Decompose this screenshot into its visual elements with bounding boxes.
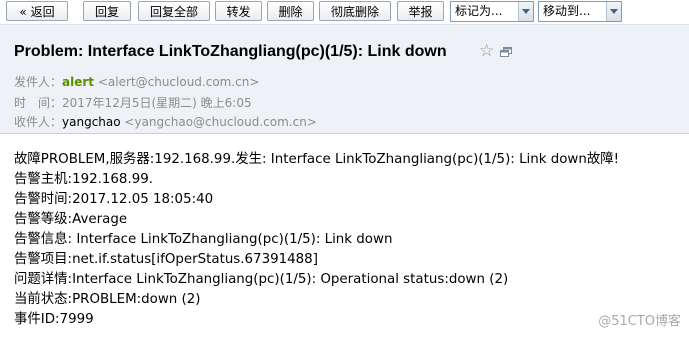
receiver-name[interactable]: yangchao [62, 115, 121, 129]
time-value: 2017年12月5日(星期二) 晚上6:05 [62, 96, 252, 110]
popout-window-icon[interactable] [500, 47, 512, 57]
body-line: 告警信息: Interface LinkToZhangliang(pc)(1/5… [14, 232, 393, 247]
report-button[interactable]: 举报 [397, 1, 444, 21]
delete-button[interactable]: 删除 [267, 1, 314, 21]
toolbar: « 返回 回复 回复全部 转发 删除 彻底删除 举报 标记为... 移动到... [0, 0, 689, 24]
sender-label: 发件人： [14, 75, 63, 89]
body-line: 告警主机:192.168.99. [14, 172, 153, 187]
chevron-down-icon[interactable] [518, 2, 533, 21]
sender-row: 发件人：alert <alert@chucloud.com.cn> [14, 73, 259, 90]
receiver-address: <yangchao@chucloud.com.cn> [124, 115, 317, 129]
reply-all-button[interactable]: 回复全部 [138, 1, 210, 21]
mark-as-value: 标记为... [455, 4, 503, 18]
receiver-row: 收件人：yangchao <yangchao@chucloud.com.cn> [14, 113, 317, 130]
receiver-label: 收件人： [14, 115, 63, 129]
body-line: 告警时间:2017.12.05 18:05:40 [14, 192, 214, 207]
mail-body: 故障PROBLEM,服务器:192.168.99.发生: Interface L… [14, 150, 619, 330]
body-line: 当前状态:PROBLEM:down (2) [14, 292, 201, 307]
body-line: 告警项目:net.if.status[ifOperStatus.67391488… [14, 252, 318, 267]
sender-address: <alert@chucloud.com.cn> [97, 75, 260, 89]
watermark: @51CTO博客 [598, 314, 681, 329]
move-to-select[interactable]: 移动到... [538, 1, 622, 22]
time-row: 时 间：2017年12月5日(星期二) 晚上6:05 [14, 94, 252, 111]
body-line: 问题详情:Interface LinkToZhangliang(pc)(1/5)… [14, 272, 509, 287]
chevron-down-icon[interactable] [606, 2, 621, 21]
body-line: 事件ID:7999 [14, 312, 94, 327]
delete-permanently-button[interactable]: 彻底删除 [319, 1, 391, 21]
sender-name[interactable]: alert [62, 75, 94, 89]
body-line: 故障PROBLEM,服务器:192.168.99.发生: Interface L… [14, 152, 620, 167]
time-label: 时 间： [14, 96, 63, 110]
body-line: 告警等级:Average [14, 212, 128, 227]
mark-as-select[interactable]: 标记为... [450, 1, 534, 22]
back-button[interactable]: « 返回 [6, 1, 68, 21]
star-icon[interactable]: ☆ [479, 41, 494, 61]
move-to-value: 移动到... [543, 4, 591, 18]
reply-button[interactable]: 回复 [83, 1, 131, 21]
forward-button[interactable]: 转发 [215, 1, 262, 21]
mail-header: Problem: Interface LinkToZhangliang(pc)(… [0, 24, 689, 134]
mail-subject: Problem: Interface LinkToZhangliang(pc)(… [14, 43, 447, 60]
